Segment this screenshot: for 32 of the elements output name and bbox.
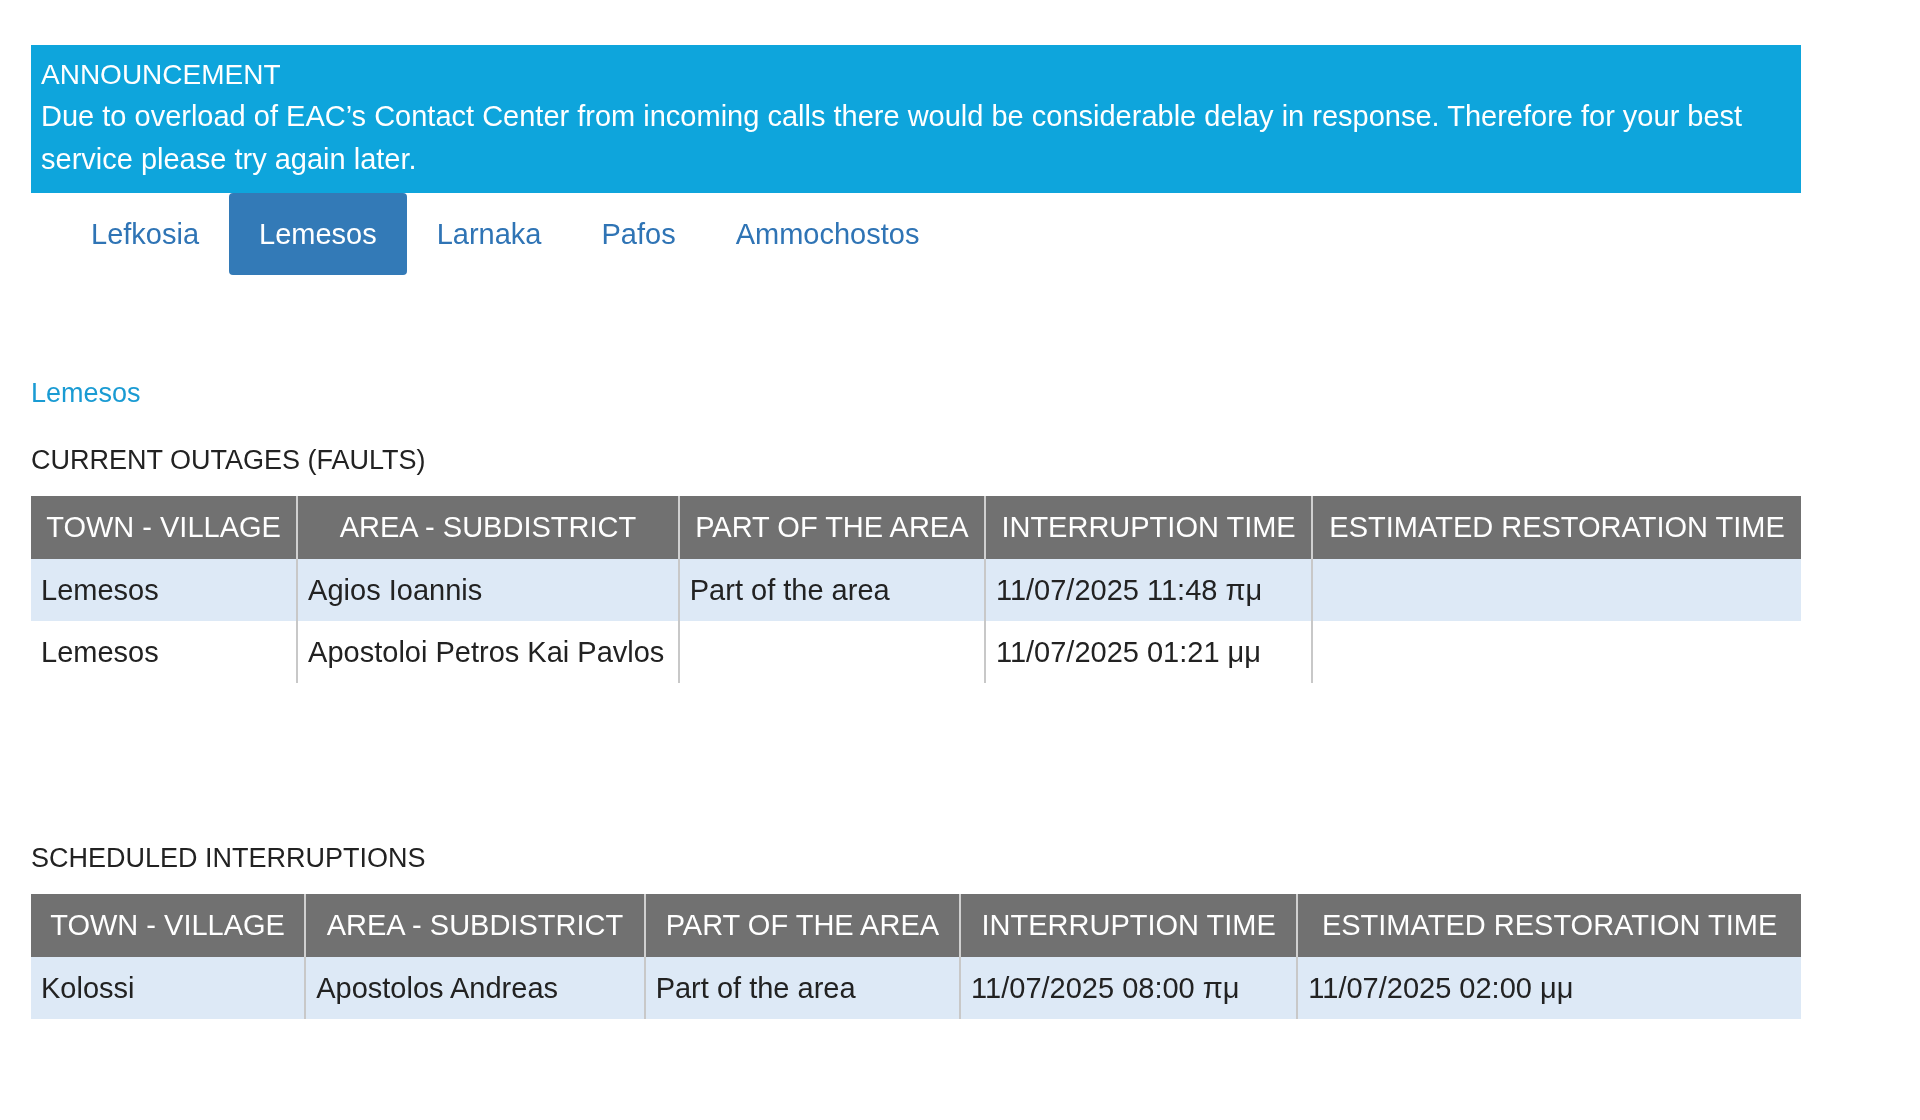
region-tab[interactable]: Larnaka: [406, 193, 572, 275]
column-header: TOWN - VILLAGE: [31, 496, 298, 559]
table-cell: Part of the area: [644, 957, 961, 1019]
region-tab[interactable]: Lemesos: [229, 193, 407, 275]
column-header: ESTIMATED RESTORATION TIME: [1312, 496, 1801, 559]
table-cell: 11/07/2025 08:00 πμ: [960, 957, 1298, 1019]
table-cell: 11/07/2025 11:48 πμ: [984, 559, 1313, 621]
column-header: AREA - SUBDISTRICT: [305, 894, 645, 957]
column-header: AREA - SUBDISTRICT: [297, 496, 679, 559]
table-cell: 11/07/2025 02:00 μμ: [1297, 957, 1801, 1019]
column-header: PART OF THE AREA: [644, 894, 961, 957]
column-header: INTERRUPTION TIME: [984, 496, 1313, 559]
announcement-title: ANNOUNCEMENT: [41, 58, 282, 92]
table-cell: Apostolos Andreas: [305, 957, 645, 1019]
table-cell: Apostoloi Petros Kai Pavlos: [297, 621, 679, 683]
region-title: Lemesos: [31, 377, 142, 410]
column-header: PART OF THE AREA: [678, 496, 985, 559]
column-header: TOWN - VILLAGE: [31, 894, 306, 957]
region-tab[interactable]: Lefkosia: [61, 193, 229, 275]
region-tab[interactable]: Ammochostos: [705, 193, 950, 275]
table-cell: Part of the area: [678, 559, 985, 621]
section-heading: CURRENT OUTAGES (FAULTS): [31, 445, 427, 476]
column-header: ESTIMATED RESTORATION TIME: [1297, 894, 1801, 957]
region-tab[interactable]: Pafos: [571, 193, 706, 275]
announcement-text: Due to overload of EAC’s Contact Center from incoming calls there would be considerable delay in response. Therefore for your best service please try again later.: [41, 99, 1744, 177]
column-header: INTERRUPTION TIME: [960, 894, 1298, 957]
table-cell: Kolossi: [31, 957, 306, 1019]
table-cell: 11/07/2025 01:21 μμ: [984, 621, 1313, 683]
table-cell: Lemesos: [31, 621, 298, 683]
section-heading: SCHEDULED INTERRUPTIONS: [31, 843, 427, 874]
table-cell: Lemesos: [31, 559, 298, 621]
table-cell: Agios Ioannis: [297, 559, 679, 621]
